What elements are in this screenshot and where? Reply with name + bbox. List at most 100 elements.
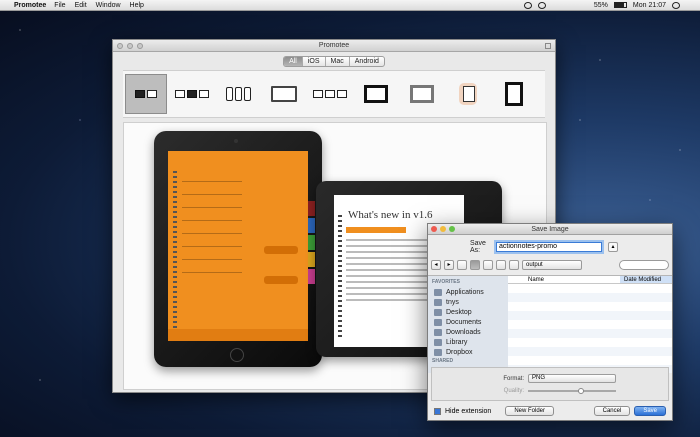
dialog-bottom-bar: Hide extension New Folder Cancel Save	[434, 405, 666, 417]
template-thumb[interactable]	[171, 74, 213, 114]
menubar-clock[interactable]: Mon 21:07	[633, 2, 666, 9]
notification-center-icon[interactable]	[686, 2, 694, 9]
home-button	[230, 348, 244, 362]
template-strip	[123, 70, 545, 118]
wifi-icon[interactable]	[566, 2, 574, 9]
desktop-icon	[434, 308, 442, 316]
quality-label: Quality:	[503, 388, 524, 394]
sidebar-item-desktop[interactable]: Desktop	[428, 307, 508, 317]
back-icon[interactable]: ◂	[431, 260, 441, 270]
dialog-title: Save Image	[531, 226, 569, 233]
template-thumb[interactable]	[539, 74, 545, 114]
new-folder-button[interactable]: New Folder	[505, 406, 554, 416]
menu-app-name[interactable]: Promotee	[14, 2, 46, 9]
list-view-icon[interactable]	[470, 260, 480, 270]
format-label: Format:	[503, 375, 524, 382]
shared-header: SHARED	[432, 358, 454, 364]
file-list-rows	[508, 284, 672, 373]
sidebar-item-dropbox[interactable]: Dropbox	[428, 347, 508, 357]
sidebar-item-home[interactable]: tnys	[428, 297, 508, 307]
sidebar-item-library[interactable]: Library	[428, 337, 508, 347]
menu-help[interactable]: Help	[130, 2, 144, 9]
screen-heading: What's new in v1.6	[348, 209, 433, 221]
home-icon	[434, 298, 442, 306]
zoom-window-button[interactable]	[137, 43, 143, 49]
status-menu-icon[interactable]	[523, 1, 532, 9]
bluetooth-icon[interactable]	[552, 2, 560, 9]
save-as-input[interactable]: actionnotes-promo	[496, 242, 602, 252]
menu-window[interactable]: Window	[96, 2, 121, 9]
spotlight-icon[interactable]	[672, 1, 680, 9]
template-thumb[interactable]	[401, 74, 443, 114]
sidebar-item-label: Downloads	[446, 328, 481, 336]
camera-dot	[234, 139, 238, 143]
sidebar-item-downloads[interactable]: Downloads	[428, 327, 508, 337]
search-input[interactable]	[619, 260, 669, 270]
template-thumb[interactable]	[493, 74, 535, 114]
template-thumb[interactable]	[217, 74, 259, 114]
menu-bar: Promotee File Edit Window Help 55% Mon 2…	[0, 0, 700, 11]
device-filter-row: All iOS Mac Android	[113, 52, 555, 70]
template-thumb[interactable]	[355, 74, 397, 114]
filter-mac[interactable]: Mac	[326, 56, 350, 66]
close-window-button[interactable]	[117, 43, 123, 49]
save-options-panel: Format: PNG Quality:	[431, 367, 669, 401]
save-as-row: Save As: actionnotes-promo ▴	[428, 240, 672, 254]
save-button[interactable]: Save	[634, 406, 666, 416]
downloads-icon	[434, 328, 442, 336]
promotee-titlebar: Promotee	[113, 40, 555, 52]
documents-icon	[434, 318, 442, 326]
applications-icon	[434, 288, 442, 296]
screen-badge	[264, 246, 298, 254]
filter-ios[interactable]: iOS	[303, 56, 326, 66]
sidebar-item-label: Applications	[446, 288, 484, 296]
arrange-icon[interactable]	[509, 260, 519, 270]
sidebar-item-label: Documents	[446, 318, 482, 326]
column-view-icon[interactable]	[483, 260, 493, 270]
sidebar-item-applications[interactable]: Applications	[428, 287, 508, 297]
folder-icon	[434, 338, 442, 346]
volume-icon[interactable]	[580, 2, 588, 9]
dialog-toolbar: ◂ ▸ output	[431, 259, 669, 271]
filter-all[interactable]: All	[284, 56, 303, 66]
sidebar-item-label: Dropbox	[446, 348, 473, 356]
screen-badge	[264, 276, 298, 284]
cancel-button[interactable]: Cancel	[593, 406, 631, 416]
template-thumb[interactable]	[309, 74, 351, 114]
menu-file[interactable]: File	[54, 2, 65, 9]
template-thumb[interactable]	[447, 74, 489, 114]
save-as-label: Save As:	[470, 240, 486, 254]
menu-edit[interactable]: Edit	[75, 2, 87, 9]
file-list-header: Name Date Modified	[508, 276, 672, 284]
dialog-minimize-button[interactable]	[440, 226, 446, 232]
battery-percent[interactable]: 55%	[594, 2, 608, 9]
hide-extension-checkbox[interactable]	[434, 407, 441, 415]
coverflow-view-icon[interactable]	[496, 260, 506, 270]
quality-slider[interactable]	[528, 388, 616, 394]
icon-view-icon[interactable]	[457, 260, 467, 270]
dialog-zoom-button[interactable]	[449, 226, 455, 232]
favorites-sidebar: FAVORITES Applications tnys Desktop Docu…	[428, 276, 508, 373]
location-popup[interactable]: output	[522, 260, 582, 270]
forward-icon[interactable]: ▸	[444, 260, 454, 270]
template-thumb[interactable]	[125, 74, 167, 114]
minimize-window-button[interactable]	[127, 43, 133, 49]
save-image-dialog: Save Image Save As: actionnotes-promo ▴ …	[427, 223, 673, 421]
battery-icon[interactable]	[613, 2, 627, 8]
file-list[interactable]: Name Date Modified	[508, 276, 672, 373]
template-thumb[interactable]	[263, 74, 305, 114]
window-title: Promotee	[318, 42, 350, 49]
column-name[interactable]: Name	[508, 276, 620, 283]
filter-android[interactable]: Android	[350, 57, 384, 66]
sidebar-item-documents[interactable]: Documents	[428, 317, 508, 327]
quality-slider-knob[interactable]	[577, 388, 584, 394]
column-date-modified[interactable]: Date Modified	[620, 276, 672, 283]
collapse-dialog-button[interactable]: ▴	[608, 242, 618, 252]
fullscreen-icon[interactable]	[545, 43, 551, 49]
dialog-close-button[interactable]	[431, 226, 437, 232]
ipad-mockup-large	[154, 131, 322, 367]
dropbox-icon	[434, 348, 442, 356]
device-filter-segmented: All iOS Mac Android	[283, 55, 385, 67]
format-select[interactable]: PNG	[528, 374, 616, 383]
time-machine-icon[interactable]	[537, 1, 546, 9]
